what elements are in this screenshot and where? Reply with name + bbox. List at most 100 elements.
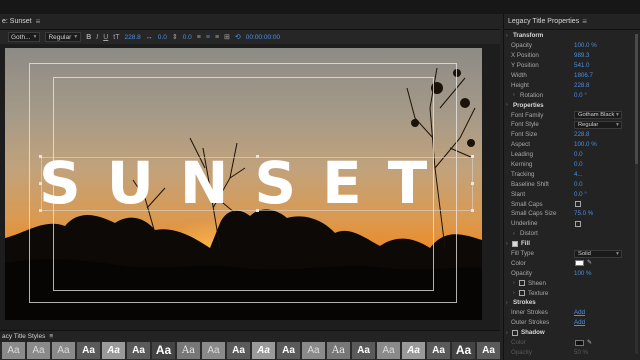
bold-icon[interactable]: B [86, 34, 91, 41]
leading-field[interactable]: 0.0 [183, 34, 192, 41]
title-style-swatch[interactable]: Aa [252, 342, 275, 359]
property-dropdown[interactable]: Regular ▼ [574, 120, 622, 129]
color-swatch[interactable] [575, 339, 584, 346]
disclosure-triangle-icon[interactable]: › [506, 241, 508, 247]
video-frame[interactable]: SUNSET [5, 48, 482, 320]
resize-handle[interactable] [39, 182, 42, 185]
title-panel-label: e: Sunset [2, 18, 32, 25]
property-value[interactable]: 1806.7 [574, 72, 593, 79]
property-value[interactable]: 0.0 [574, 151, 583, 158]
title-style-swatch[interactable]: Aa [152, 342, 175, 359]
property-fill: › Fill [504, 239, 640, 249]
eyedropper-icon[interactable]: ✎ [587, 259, 592, 266]
property-label: Aspect [511, 141, 530, 149]
title-style-swatch[interactable]: Aa [302, 342, 325, 359]
title-style-swatch[interactable]: Aa [202, 342, 225, 359]
title-style-swatch[interactable]: Aa [52, 342, 75, 359]
title-style-swatch[interactable]: Aa [477, 342, 500, 359]
timecode-field[interactable]: 00:00:00:00 [246, 34, 280, 41]
eyedropper-icon[interactable]: ✎ [587, 339, 592, 346]
checkbox[interactable] [512, 329, 518, 336]
kerning-field[interactable]: 0.0 [158, 34, 167, 41]
dropdown-value: Regular [578, 121, 599, 128]
title-style-swatch[interactable]: Aa [277, 342, 300, 359]
property-value[interactable]: 228.8 [574, 82, 589, 89]
title-style-swatch[interactable]: Aa [102, 342, 125, 359]
properties-scrollbar[interactable] [635, 34, 638, 354]
property-small-caps-size: Small Caps Size 75.0 % [504, 209, 640, 219]
resize-handle[interactable] [471, 209, 474, 212]
resize-handle[interactable] [471, 182, 474, 185]
align-center-icon[interactable]: ≡ [206, 34, 210, 41]
disclosure-triangle-icon[interactable]: › [513, 231, 515, 237]
checkbox[interactable] [575, 201, 581, 208]
property-value[interactable]: 100 % [574, 270, 592, 277]
underline-icon[interactable]: U [103, 34, 108, 41]
font-style-dropdown[interactable]: Regular ▼ [45, 32, 82, 42]
italic-icon[interactable]: I [96, 34, 98, 41]
property-dropdown[interactable]: Gotham Black ▼ [574, 111, 622, 120]
property-value[interactable]: 75.0 % [574, 210, 593, 217]
property-value[interactable]: 0.0 ° [574, 191, 587, 198]
disclosure-triangle-icon[interactable]: › [506, 330, 508, 336]
menu-icon[interactable]: ≡ [49, 333, 53, 340]
properties-panel-tab[interactable]: Legacy Title Properties ≡ [504, 14, 640, 30]
title-style-swatch[interactable]: Aa [352, 342, 375, 359]
resize-handle[interactable] [471, 155, 474, 158]
title-style-swatch[interactable]: Aa [177, 342, 200, 359]
property-value[interactable]: 541.0 [574, 62, 589, 69]
property-value[interactable]: 0.0 ° [574, 92, 587, 99]
scrollbar-thumb[interactable] [635, 34, 638, 164]
font-size-field[interactable]: 228.8 [125, 34, 141, 41]
tab-stops-icon[interactable]: ⊞ [224, 33, 230, 41]
property-label: Font Style [511, 121, 539, 129]
timecode-icon[interactable]: ⟲ [235, 33, 241, 41]
title-styles-tab[interactable]: acy Title Styles ≡ [0, 330, 500, 341]
title-style-swatch[interactable]: Aa [377, 342, 400, 359]
align-right-icon[interactable]: ≡ [215, 34, 219, 41]
menu-icon[interactable]: ≡ [36, 17, 41, 26]
disclosure-triangle-icon[interactable]: › [513, 280, 515, 286]
property-value[interactable]: 989.3 [574, 52, 589, 59]
property-value[interactable]: 0.0 [574, 161, 583, 168]
color-swatch[interactable] [575, 260, 584, 267]
title-style-swatch[interactable]: Aa [227, 342, 250, 359]
property-dropdown[interactable]: Solid ▼ [574, 249, 622, 258]
checkbox[interactable] [512, 240, 518, 247]
checkbox[interactable] [519, 290, 525, 297]
checkbox[interactable] [519, 280, 525, 287]
property-value[interactable]: 0.0 [574, 181, 583, 188]
disclosure-triangle-icon[interactable]: › [513, 290, 515, 296]
title-style-swatch[interactable]: Aa [327, 342, 350, 359]
disclosure-triangle-icon[interactable]: › [506, 33, 508, 39]
title-style-swatch[interactable]: Aa [27, 342, 50, 359]
resize-handle[interactable] [39, 209, 42, 212]
disclosure-triangle-icon[interactable]: › [506, 300, 508, 306]
title-text[interactable]: SUNSET [39, 148, 459, 218]
add-stroke-link[interactable]: Add [574, 309, 585, 316]
resize-handle[interactable] [256, 155, 259, 158]
title-style-swatch[interactable]: Aa [77, 342, 100, 359]
property-label: X Position [511, 52, 539, 60]
property-value[interactable]: 100.0 % [574, 141, 597, 148]
property-value[interactable]: 100.0 % [574, 42, 597, 49]
property-value[interactable]: 228.8 [574, 131, 589, 138]
property-value[interactable]: 50 % [574, 349, 588, 356]
title-style-swatch[interactable]: Aa [402, 342, 425, 359]
disclosure-triangle-icon[interactable]: › [513, 92, 515, 98]
menu-icon[interactable]: ≡ [582, 17, 587, 26]
title-style-swatch[interactable]: Aa [427, 342, 450, 359]
font-family-dropdown[interactable]: Goth... ▼ [8, 32, 41, 42]
chevron-down-icon: ▼ [615, 250, 620, 257]
disclosure-triangle-icon[interactable]: › [506, 102, 508, 108]
align-left-icon[interactable]: ≡ [197, 34, 201, 41]
add-stroke-link[interactable]: Add [574, 319, 585, 326]
title-panel-tab[interactable]: e: Sunset ≡ [0, 14, 500, 30]
title-style-swatch[interactable]: Aa [127, 342, 150, 359]
resize-handle[interactable] [39, 155, 42, 158]
property-value[interactable]: 4... [574, 171, 583, 178]
checkbox[interactable] [575, 220, 581, 227]
resize-handle[interactable] [256, 209, 259, 212]
title-style-swatch[interactable]: Aa [2, 342, 25, 359]
title-style-swatch[interactable]: Aa [452, 342, 475, 359]
